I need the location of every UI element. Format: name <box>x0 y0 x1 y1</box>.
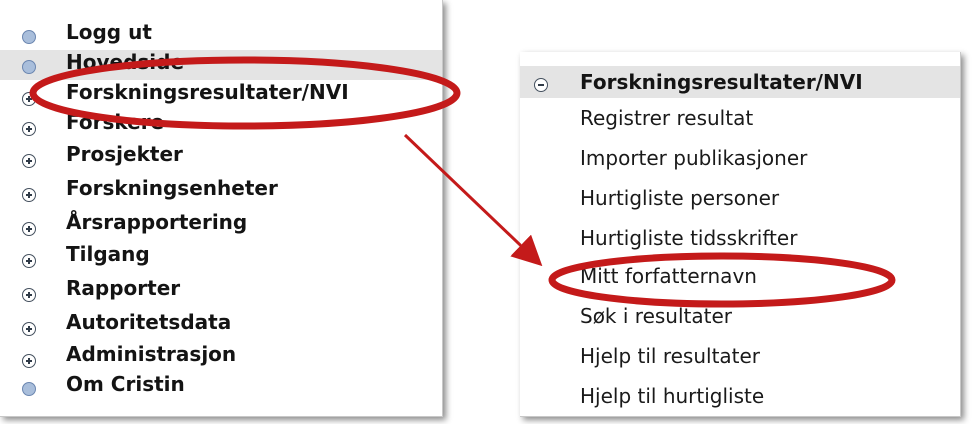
menu-item-arsrapportering[interactable]: Årsrapportering <box>0 210 442 240</box>
menu-item-label: Administrasjon <box>66 342 237 366</box>
submenu-item-mitt-forfatternavn[interactable]: Mitt forfatternavn <box>580 264 757 288</box>
submenu-item-hjelp-til-hurtigliste[interactable]: Hjelp til hurtigliste <box>580 384 764 408</box>
menu-item-autoritetsdata[interactable]: Autoritetsdata <box>0 310 442 340</box>
menu-item-label: Autoritetsdata <box>66 310 232 334</box>
plus-icon <box>22 122 36 136</box>
dot-icon <box>22 60 36 74</box>
menu-item-prosjekter[interactable]: Prosjekter <box>0 142 442 172</box>
menu-item-label: Rapporter <box>66 276 181 300</box>
plus-icon <box>22 322 36 336</box>
menu-item-label: Forskningsenheter <box>66 176 278 200</box>
menu-item-forskningsenheter[interactable]: Forskningsenheter <box>0 176 442 206</box>
minus-icon <box>534 78 548 92</box>
menu-item-label: Forskere <box>66 110 165 134</box>
menu-item-label: Om Cristin <box>66 372 185 396</box>
menu-item-label: Forskningsresultater/NVI <box>66 80 349 104</box>
menu-item-label: Hovedside <box>66 50 185 74</box>
menu-item-administrasjon[interactable]: Administrasjon <box>0 342 442 372</box>
plus-icon <box>22 254 36 268</box>
submenu-header[interactable]: Forskningsresultater/NVI <box>520 66 960 98</box>
plus-icon <box>22 92 36 106</box>
dot-icon <box>22 30 36 44</box>
plus-icon <box>22 288 36 302</box>
menu-item-hovedside[interactable]: Hovedside <box>0 50 442 80</box>
menu-item-om-cristin[interactable]: Om Cristin <box>0 372 442 402</box>
menu-item-label: Logg ut <box>66 20 152 44</box>
dot-icon <box>22 382 36 396</box>
plus-icon <box>22 354 36 368</box>
submenu-item-importer-publikasjoner[interactable]: Importer publikasjoner <box>580 146 807 170</box>
menu-item-label: Tilgang <box>66 242 150 266</box>
menu-item-logg-ut[interactable]: Logg ut <box>0 20 442 50</box>
submenu-item-hjelp-til-resultater[interactable]: Hjelp til resultater <box>580 344 760 368</box>
plus-icon <box>22 222 36 236</box>
submenu-item-hurtigliste-personer[interactable]: Hurtigliste personer <box>580 186 779 210</box>
menu-item-tilgang[interactable]: Tilgang <box>0 242 442 272</box>
submenu-panel: Forskningsresultater/NVI Registrer resul… <box>520 52 961 417</box>
menu-item-forskningsresultater[interactable]: Forskningsresultater/NVI <box>0 80 442 110</box>
menu-item-label: Prosjekter <box>66 142 183 166</box>
menu-item-label: Årsrapportering <box>66 210 248 234</box>
main-menu-panel: Logg ut Hovedside Forskningsresultater/N… <box>0 0 443 417</box>
submenu-header-label: Forskningsresultater/NVI <box>580 70 863 94</box>
plus-icon <box>22 188 36 202</box>
menu-item-forskere[interactable]: Forskere <box>0 110 442 140</box>
submenu-item-registrer-resultat[interactable]: Registrer resultat <box>580 106 753 130</box>
submenu-item-hurtigliste-tidsskrifter[interactable]: Hurtigliste tidsskrifter <box>580 226 797 250</box>
menu-item-rapporter[interactable]: Rapporter <box>0 276 442 306</box>
submenu-item-sok-i-resultater[interactable]: Søk i resultater <box>580 304 732 328</box>
plus-icon <box>22 154 36 168</box>
